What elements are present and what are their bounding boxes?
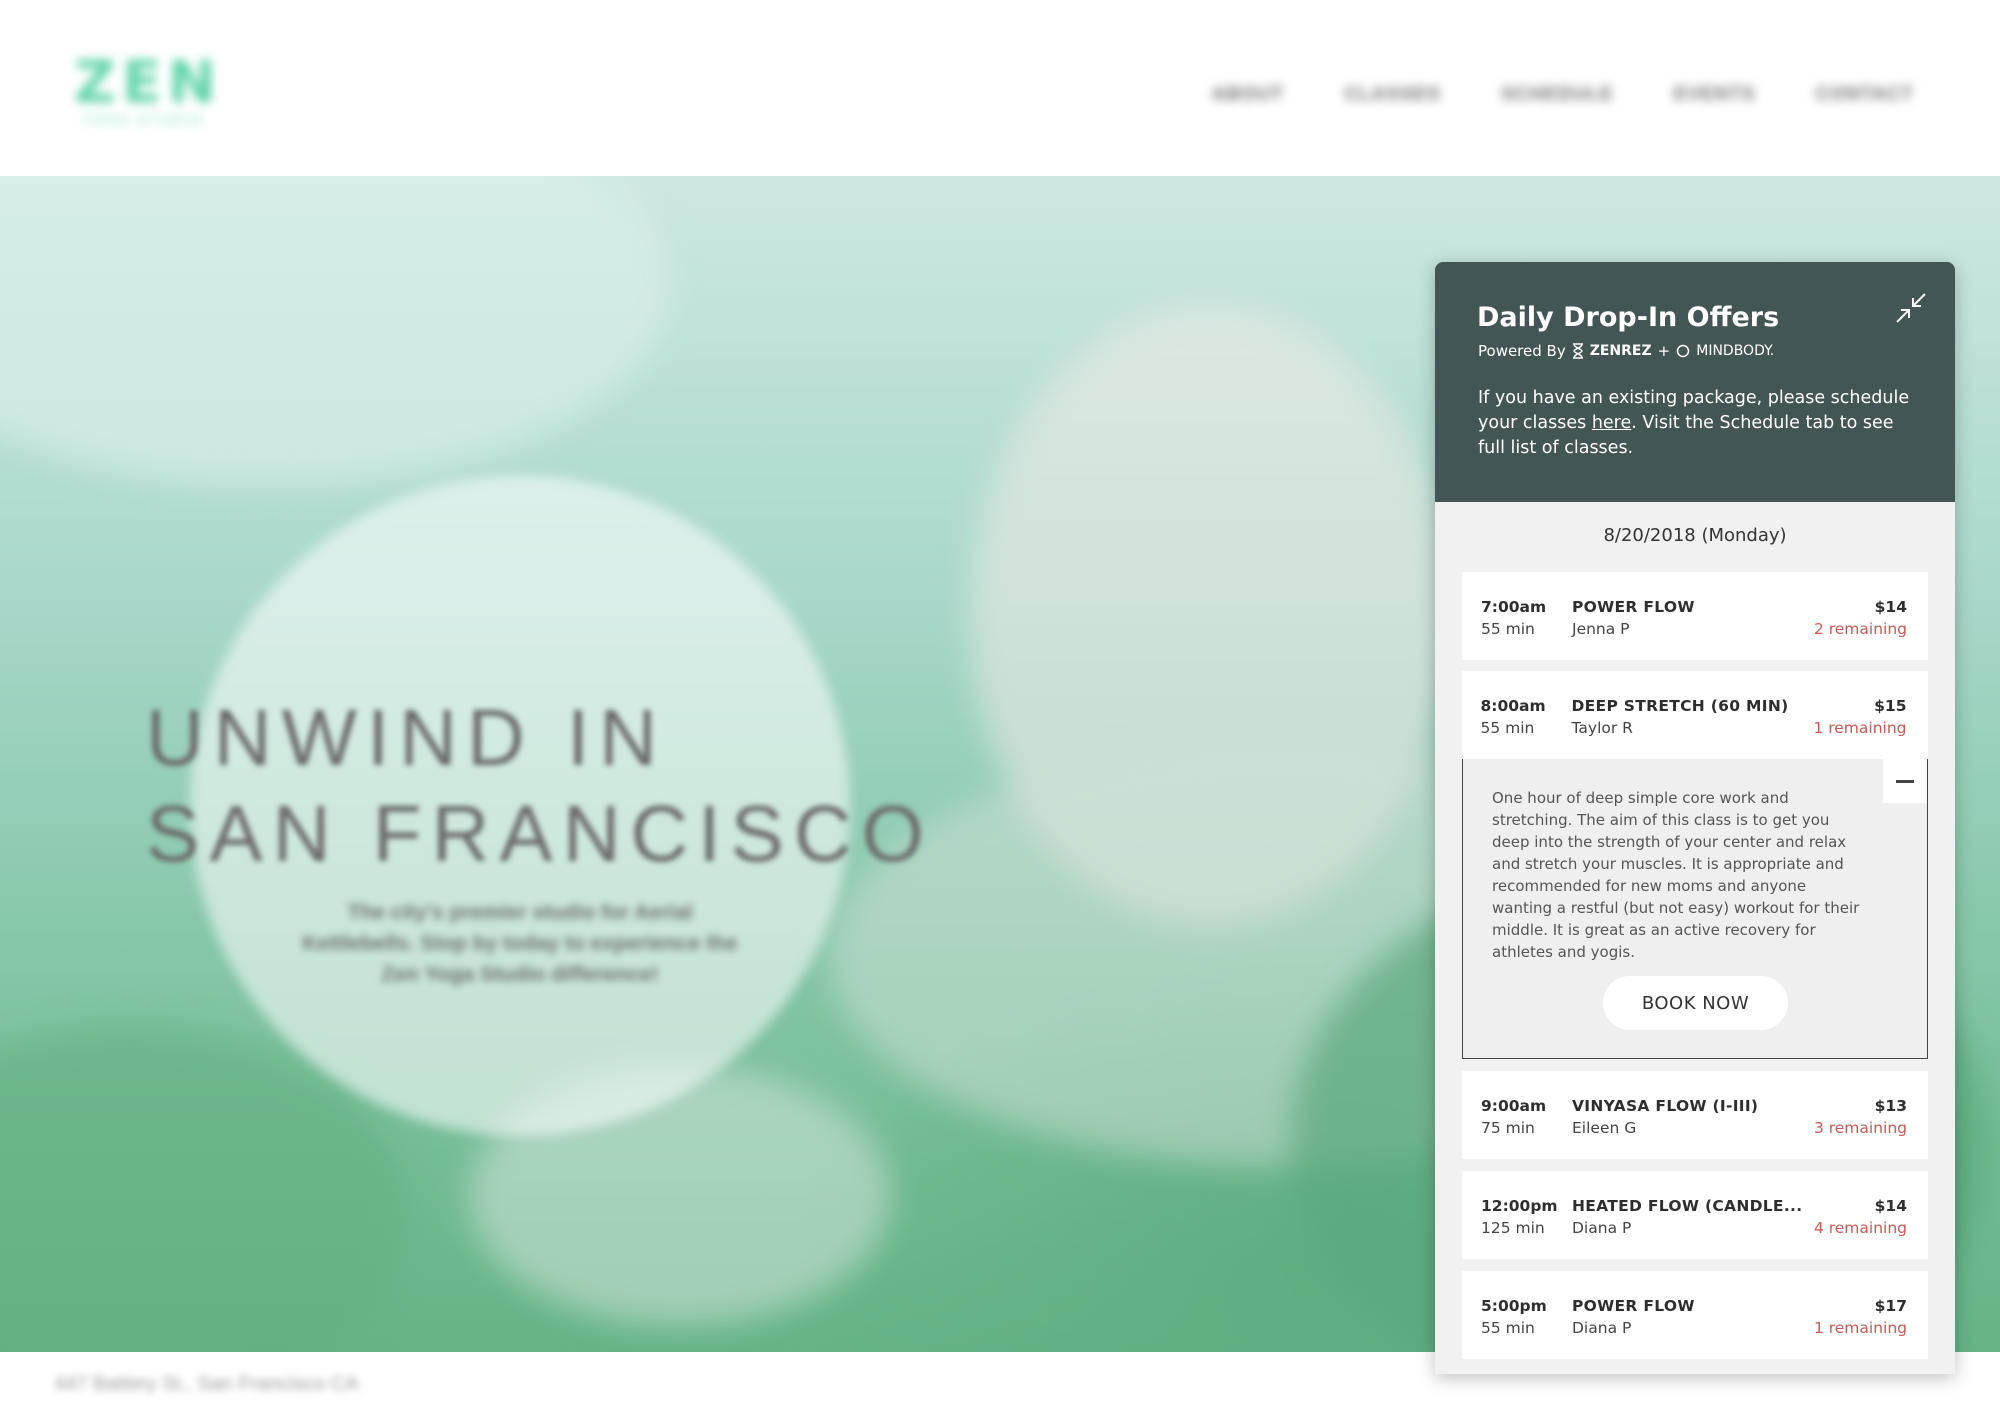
schedule-here-link[interactable]: here <box>1592 413 1631 433</box>
intro-text: If you have an existing package, please … <box>1478 386 1918 461</box>
book-now-button[interactable]: BOOK NOW <box>1603 976 1788 1030</box>
class-card[interactable]: 7:00am 55 min POWER FLOW Jenna P $14 2 r… <box>1462 572 1928 660</box>
hero-title-line1: UNWIND IN <box>146 693 668 782</box>
plus-sign: + <box>1657 342 1671 360</box>
hero-title: UNWIND IN SAN FRANCISCO <box>146 690 934 882</box>
class-remaining: 4 remaining <box>1813 1219 1907 1237</box>
class-time: 7:00am <box>1481 598 1547 616</box>
class-name: HEATED FLOW (CANDLE... <box>1572 1197 1803 1215</box>
class-name: POWER FLOW <box>1572 1297 1695 1315</box>
class-instructor: Eileen G <box>1572 1119 1637 1137</box>
class-name: DEEP STRETCH (60 MIN) <box>1571 696 1789 715</box>
class-instructor: Taylor R <box>1571 718 1633 737</box>
class-instructor: Diana P <box>1572 1219 1632 1237</box>
class-row: 9:00am 75 min VINYASA FLOW (I-III) Eilee… <box>1462 1071 1928 1159</box>
class-time: 8:00am <box>1480 696 1546 715</box>
class-time: 9:00am <box>1481 1097 1547 1115</box>
schedule-date: 8/20/2018 (Monday) <box>1603 525 1787 546</box>
brand-zenrez: ZENREZ <box>1589 343 1652 359</box>
class-time: 12:00pm <box>1481 1197 1558 1215</box>
class-time: 5:00pm <box>1481 1297 1547 1315</box>
class-description: One hour of deep simple core work and st… <box>1492 789 1860 961</box>
nav-item-events[interactable]: EVENTS <box>1674 84 1756 106</box>
class-row: 5:00pm 55 min POWER FLOW Diana P $17 1 r… <box>1462 1271 1928 1359</box>
class-duration: 75 min <box>1481 1119 1535 1137</box>
class-duration: 55 min <box>1481 1319 1535 1337</box>
collapse-icon <box>1896 293 1926 323</box>
main-nav: ABOUT CLASSES SCHEDULE EVENTS CONTACT <box>1212 84 1914 106</box>
hourglass-icon <box>1572 343 1583 359</box>
class-remaining: 1 remaining <box>1813 1319 1907 1337</box>
brand-mindbody: MINDBODY. <box>1696 343 1775 359</box>
nav-item-schedule[interactable]: SCHEDULE <box>1501 84 1614 106</box>
class-card[interactable]: 9:00am 75 min VINYASA FLOW (I-III) Eilee… <box>1462 1071 1928 1159</box>
class-card-expanded[interactable]: 8:00am 55 min DEEP STRETCH (60 MIN) Tayl… <box>1461 670 1928 1059</box>
nav-item-contact[interactable]: CONTACT <box>1816 84 1914 106</box>
class-price: $13 <box>1874 1097 1907 1115</box>
class-name: VINYASA FLOW (I-III) <box>1572 1097 1759 1115</box>
logo-subtitle: YOGA STUDIO <box>82 112 205 127</box>
nav-item-classes[interactable]: CLASSES <box>1344 84 1441 106</box>
widget-title: Daily Drop-In Offers <box>1477 302 1780 333</box>
class-row: 8:00am 55 min DEEP STRETCH (60 MIN) Tayl… <box>1461 670 1928 759</box>
class-price: $15 <box>1874 696 1907 715</box>
mindbody-logo-icon <box>1676 344 1690 358</box>
class-remaining: 2 remaining <box>1813 620 1907 638</box>
class-row: 12:00pm 125 min HEATED FLOW (CANDLE... D… <box>1462 1171 1928 1259</box>
collapse-button[interactable] <box>1891 288 1931 328</box>
class-price: $14 <box>1874 598 1907 616</box>
class-price: $17 <box>1874 1297 1907 1315</box>
class-duration: 55 min <box>1480 718 1535 737</box>
class-remaining: 1 remaining <box>1813 718 1907 737</box>
class-instructor: Jenna P <box>1572 620 1630 638</box>
class-remaining: 3 remaining <box>1813 1119 1907 1137</box>
class-row: 7:00am 55 min POWER FLOW Jenna P $14 2 r… <box>1462 572 1928 660</box>
class-card[interactable]: 12:00pm 125 min HEATED FLOW (CANDLE... D… <box>1462 1171 1928 1259</box>
class-price: $14 <box>1874 1197 1907 1215</box>
minus-icon <box>1896 779 1914 783</box>
footer-address: 447 Battery St., San Francisco CA <box>54 1373 359 1395</box>
class-instructor: Diana P <box>1572 1319 1632 1337</box>
site-logo[interactable]: ZEN YOGA STUDIO <box>74 52 222 127</box>
drop-in-widget: Daily Drop-In Offers Powered By ZENREZ +… <box>1435 262 1955 1374</box>
logo-mark: ZEN <box>74 48 223 116</box>
class-duration: 125 min <box>1481 1219 1545 1237</box>
class-name: POWER FLOW <box>1572 598 1695 616</box>
powered-by: Powered By ZENREZ + MINDBODY. <box>1478 342 1774 360</box>
class-duration: 55 min <box>1481 620 1535 638</box>
nav-item-about[interactable]: ABOUT <box>1212 84 1285 106</box>
collapse-class-button[interactable] <box>1883 759 1927 803</box>
hero-subtitle: The city's premier studio for Aerial Ket… <box>302 901 738 986</box>
class-card[interactable]: 5:00pm 55 min POWER FLOW Diana P $17 1 r… <box>1462 1271 1928 1359</box>
widget-header: Daily Drop-In Offers Powered By ZENREZ +… <box>1435 262 1955 502</box>
powered-by-label: Powered By <box>1478 342 1566 360</box>
hero-title-line2: SAN FRANCISCO <box>146 789 934 878</box>
